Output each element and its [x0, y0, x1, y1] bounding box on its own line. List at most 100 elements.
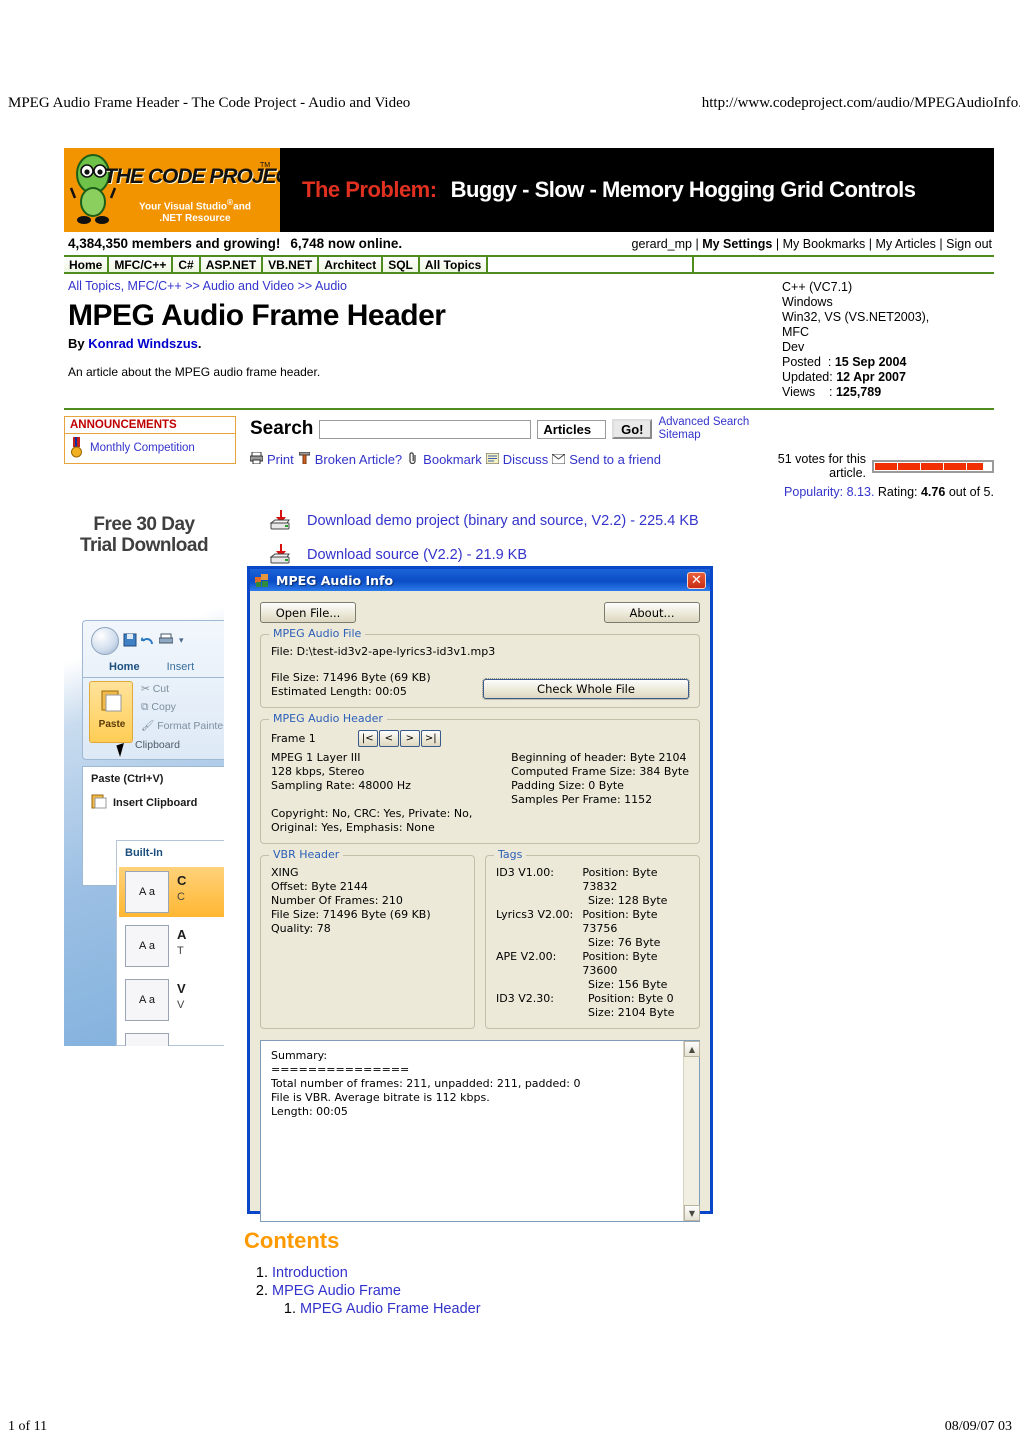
tool-discuss[interactable]: Discuss [503, 452, 549, 467]
scroll-down-icon[interactable]: ▼ [684, 1205, 700, 1221]
nav-tab-csharp[interactable]: C# [173, 257, 201, 272]
top-ad-banner[interactable]: The Problem: Buggy - Slow - Memory Hoggi… [280, 148, 994, 232]
nav-tab-home[interactable]: Home [64, 257, 110, 272]
download-demo-link[interactable]: Download demo project (binary and source… [307, 513, 699, 529]
paste-button-mock: Paste [89, 681, 133, 743]
nav-tab-mfc-cpp[interactable]: MFC/C++ [109, 257, 174, 272]
print-header-title: MPEG Audio Frame Header - The Code Proje… [8, 95, 411, 111]
tag-row: Size: 76 Byte [496, 936, 689, 950]
breadcrumb-audio-video[interactable]: Audio and Video [203, 279, 295, 293]
gallery-text-3a: V [177, 981, 186, 996]
tag-row: Lyrics3 V2.00: Position: Byte 73756 [496, 908, 689, 936]
advanced-search-link[interactable]: Advanced Search [658, 416, 749, 428]
rating-value: 4.76 [920, 485, 946, 499]
site-logo[interactable]: THE CODE PROJECT TM Your Visual Studio®a… [64, 148, 280, 232]
group-label-tags: Tags [494, 848, 527, 861]
summary-textarea[interactable]: Summary: =============== Total number of… [260, 1040, 700, 1222]
tool-print[interactable]: Print [267, 452, 294, 467]
contents-item: Introduction [272, 1264, 844, 1282]
tag-size-id3v1: Size: 128 Byte [588, 894, 668, 907]
nav-tab-vbnet[interactable]: VB.NET [263, 257, 320, 272]
breadcrumb: All Topics, MFC/C++ >> Audio and Video >… [68, 279, 782, 293]
link-my-bookmarks[interactable]: My Bookmarks [783, 237, 866, 251]
contents-link-mpeg-audio-frame-header[interactable]: MPEG Audio Frame Header [300, 1301, 481, 1317]
sitemap-link[interactable]: Sitemap [658, 429, 700, 441]
link-my-articles[interactable]: My Articles [875, 237, 935, 251]
tag-row: ID3 V2.30: Position: Byte 0 [496, 992, 689, 1006]
votes-count-text: 51 votes for this article. [777, 452, 866, 480]
contents-link-mpeg-audio-frame[interactable]: MPEG Audio Frame [272, 1283, 401, 1299]
search-go-button[interactable]: Go! [612, 419, 653, 439]
article-abstract: An article about the MPEG audio frame he… [68, 365, 321, 379]
scroll-up-icon[interactable]: ▲ [684, 1041, 700, 1057]
first-frame-button[interactable]: |< [357, 730, 378, 747]
frame-nav-buttons: |< < > >| [357, 730, 441, 747]
search-input[interactable] [319, 419, 532, 439]
tag-row: APE V2.00: Position: Byte 73600 [496, 950, 689, 978]
search-scope-select[interactable]: Articles [537, 419, 607, 439]
tool-send-to-friend[interactable]: Send to a friend [569, 452, 661, 467]
download-row-demo[interactable]: Download demo project (binary and source… [269, 510, 699, 532]
contents-list: Introduction MPEG Audio Frame MPEG Audio… [244, 1264, 844, 1318]
rating-label: Rating: [877, 485, 918, 499]
contents-link-introduction[interactable]: Introduction [272, 1265, 348, 1281]
popularity-label: Popularity: [784, 485, 844, 499]
meta-views-value: 125,789 [835, 385, 882, 399]
user-links: gerard_mp | My Settings | My Bookmarks |… [631, 236, 992, 251]
last-frame-button[interactable]: >| [420, 730, 441, 747]
sidebar-advertisement[interactable]: Free 30 DayTrial Download ▾ Home Insert [64, 508, 224, 1046]
link-sign-out[interactable]: Sign out [946, 237, 992, 251]
byline-prefix: By [68, 336, 85, 351]
author-link[interactable]: Konrad Windszus [88, 336, 198, 351]
gallery-text-1a: C [177, 873, 187, 888]
nav-tab-aspnet[interactable]: ASP.NET [200, 257, 264, 272]
nav-tab-all-topics[interactable]: All Topics [419, 257, 489, 272]
group-label-file: MPEG Audio File [269, 627, 366, 640]
medal-icon [71, 437, 82, 458]
contents-sublist: MPEG Audio Frame Header [272, 1300, 844, 1318]
article-tools: Print Broken Article? Bookmark Discuss S… [249, 451, 744, 467]
printer-icon [249, 451, 264, 467]
tool-bookmark[interactable]: Bookmark [423, 452, 482, 467]
next-frame-button[interactable]: > [399, 730, 420, 747]
frame-number-label: Frame 1 [271, 732, 316, 745]
tooltip-item: Insert Clipboard [113, 797, 198, 809]
meta-updated: Updated: 12 Apr 2007 [782, 370, 906, 384]
meta-technology: Win32, VS (VS.NET2003), [782, 310, 930, 324]
vbr-lines: XING Offset: Byte 2144 Number Of Frames:… [271, 866, 431, 935]
download-row-source[interactable]: Download source (V2.2) - 21.9 KB [269, 544, 699, 566]
copy-label: Copy [151, 701, 176, 713]
breadcrumb-all-topics[interactable]: All Topics, [68, 279, 124, 293]
nav-tab-architect[interactable]: Architect [319, 257, 384, 272]
current-username: gerard_mp [631, 236, 692, 251]
popularity-line: Popularity: 8.13. Rating: 4.76 out of 5. [784, 485, 994, 499]
summary-scrollbar[interactable]: ▲ ▼ [683, 1041, 700, 1221]
print-footer: 1 of 11 08/09/07 03 [0, 1419, 1020, 1435]
meta-technology-2: MFC [782, 325, 810, 339]
link-my-settings[interactable]: My Settings [702, 237, 772, 251]
open-file-button[interactable]: Open File... [260, 602, 356, 623]
tag-position-id3v2: Position: Byte 0 [588, 992, 674, 1005]
announcements-box: ANNOUNCEMENTS Monthly Competition [64, 416, 236, 464]
nav-tab-sql[interactable]: SQL [383, 257, 420, 272]
cut-label: Cut [152, 683, 170, 695]
meta-views-label: Views [782, 385, 816, 399]
ad-banner-white-text: Buggy - Slow - Memory Hogging Grid Contr… [450, 177, 916, 202]
save-icon [123, 633, 137, 647]
announcement-item[interactable]: Monthly Competition [65, 434, 235, 459]
breadcrumb-mfc-cpp[interactable]: MFC/C++ [128, 279, 182, 293]
tag-size-id3v2: Size: 2104 Byte [588, 1006, 675, 1019]
close-icon[interactable]: ✕ [687, 572, 706, 589]
header-left-lines-2: Copyright: No, CRC: Yes, Private: No, Or… [271, 807, 473, 834]
byline-suffix: . [197, 336, 202, 351]
breadcrumb-audio[interactable]: Audio [315, 279, 347, 293]
check-whole-file-button[interactable]: Check Whole File [482, 678, 690, 700]
tags-table: ID3 V1.00: Position: Byte 73832 Size: 128… [496, 866, 689, 1020]
prev-frame-button[interactable]: < [378, 730, 399, 747]
mpeg-audio-file-group: MPEG Audio File File: D:\test-id3v2-ape-… [260, 627, 700, 708]
comment-icon [485, 452, 500, 467]
tool-broken-article[interactable]: Broken Article? [315, 452, 402, 467]
download-source-link[interactable]: Download source (V2.2) - 21.9 KB [307, 547, 527, 563]
about-button[interactable]: About... [604, 602, 700, 623]
tag-row: Size: 156 Byte [496, 978, 689, 992]
